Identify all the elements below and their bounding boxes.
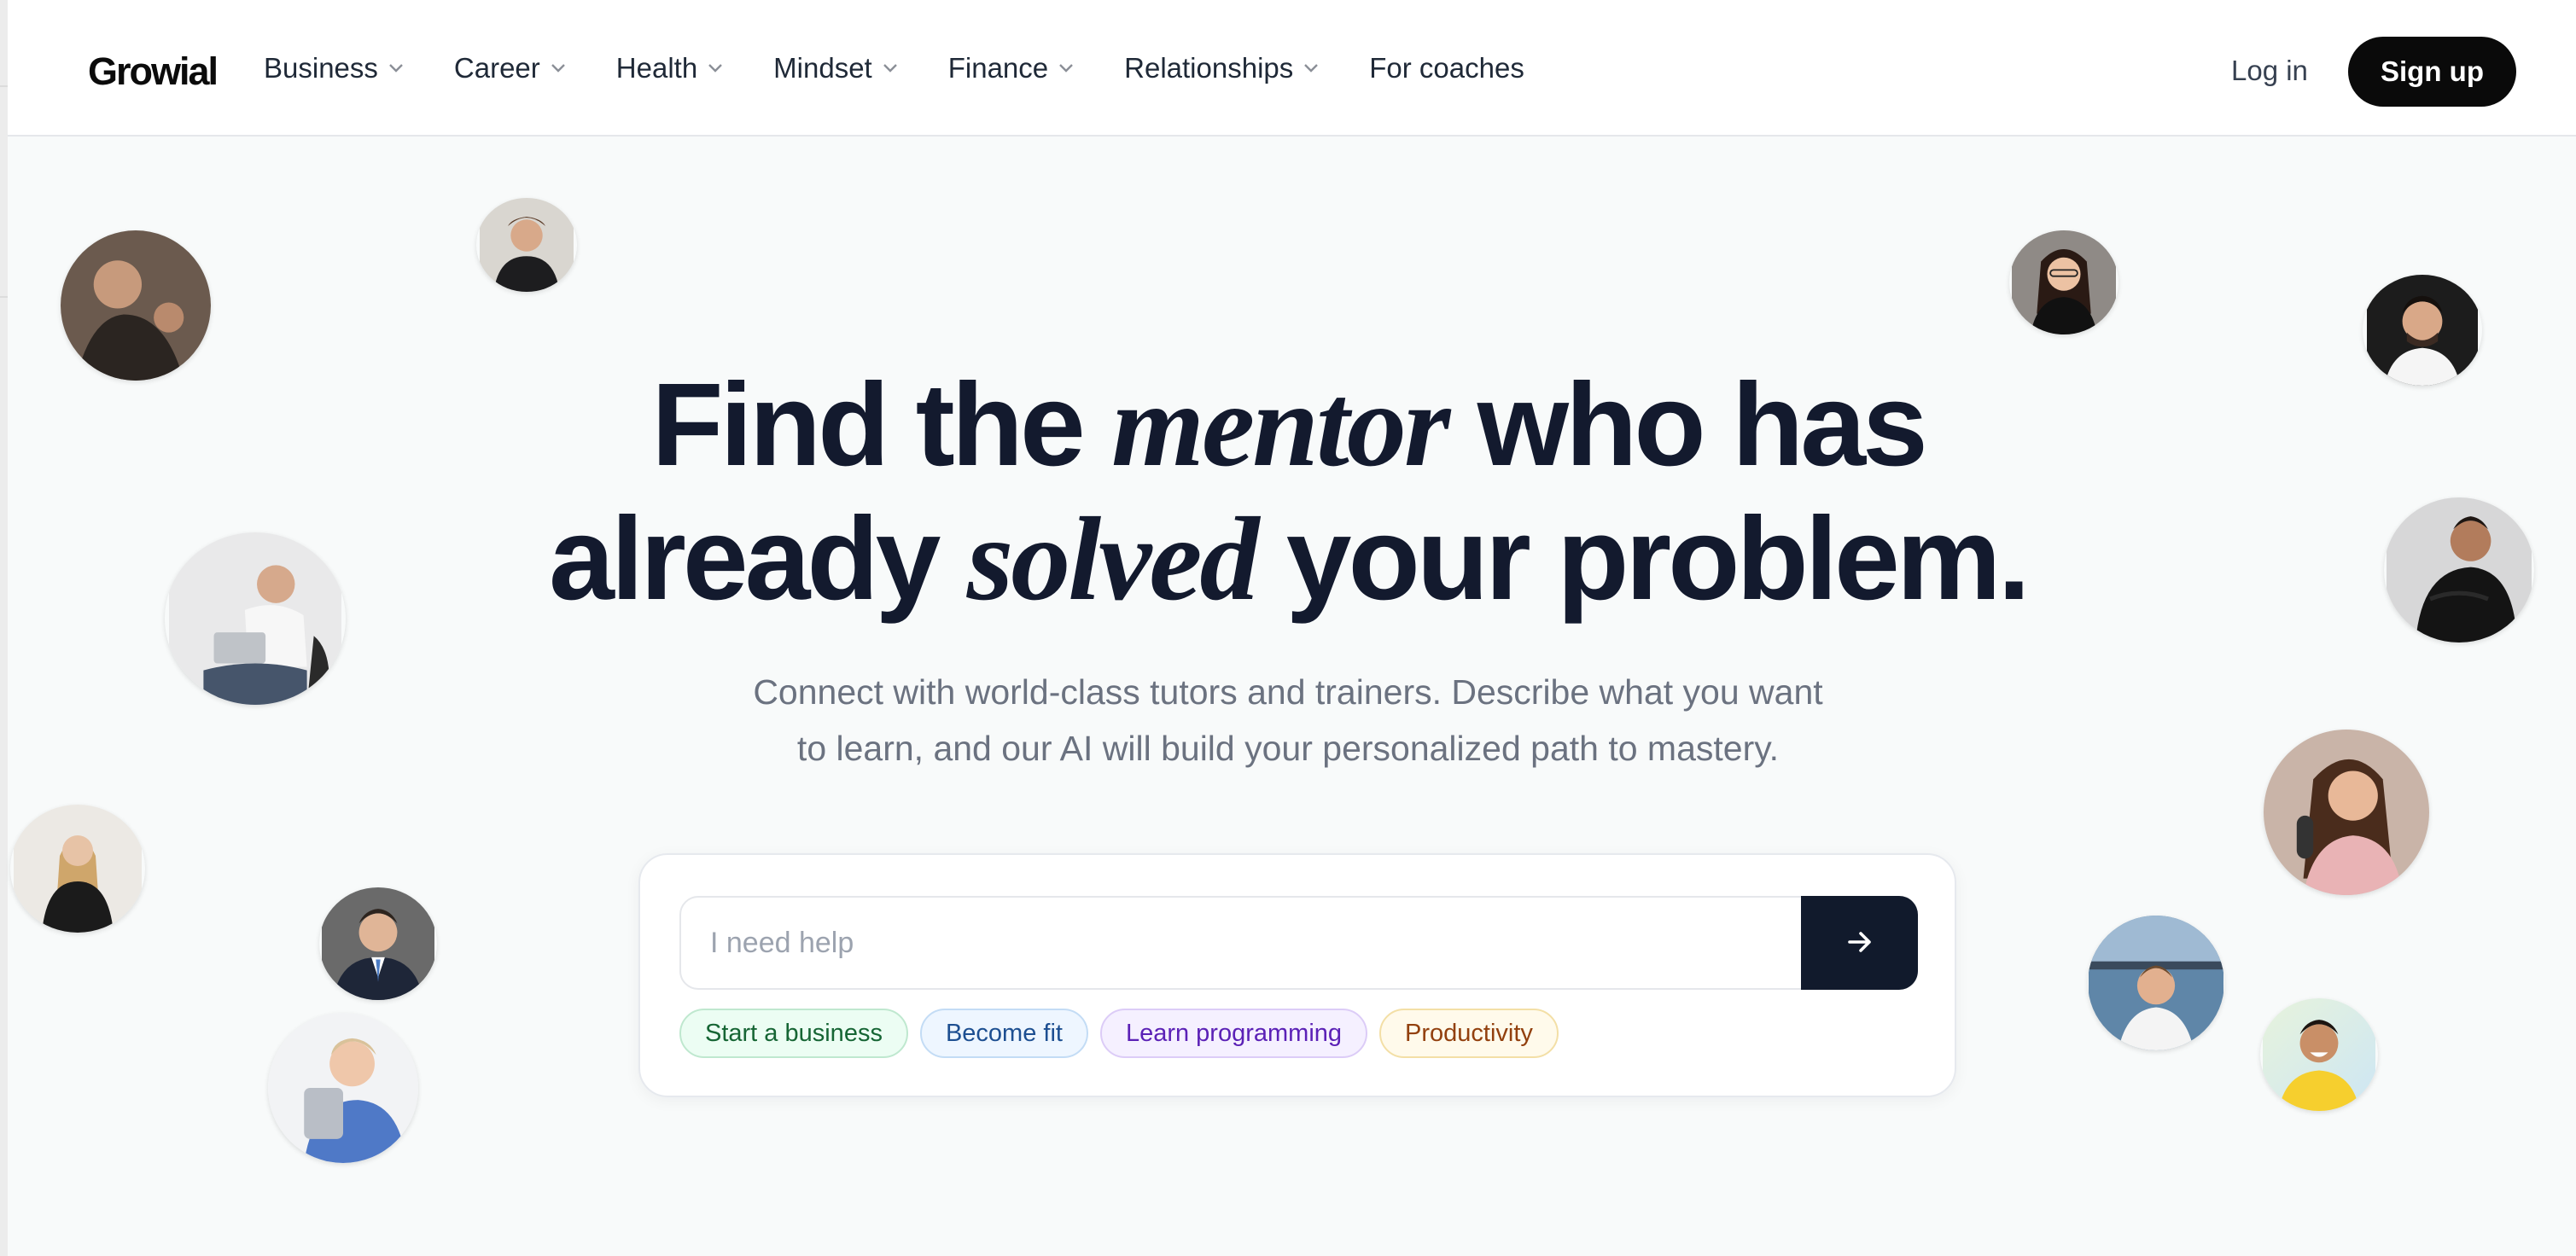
chevron-down-icon <box>549 59 568 78</box>
suggestion-chip-productivity[interactable]: Productivity <box>1379 1009 1559 1058</box>
headline-line-2: already solved your problem. <box>0 492 2576 626</box>
hero-headline: Find the mentor who has already solved y… <box>0 358 2576 626</box>
hero-subtitle: Connect with world-class tutors and trai… <box>0 664 2576 776</box>
nav-item-label: Relationships <box>1124 52 1294 84</box>
headline-emphasis: mentor <box>1111 359 1450 491</box>
subtitle-line: Connect with world-class tutors and trai… <box>753 672 1823 712</box>
nav-item-label: For coaches <box>1369 52 1524 84</box>
chevron-down-icon <box>1302 59 1320 78</box>
headline-text: who has <box>1448 359 1928 491</box>
nav-item-label: Business <box>264 52 378 84</box>
brand-logo[interactable]: Growial <box>88 49 219 94</box>
nav-item-for-coaches[interactable]: For coaches <box>1369 52 1524 84</box>
mentor-avatar <box>10 805 145 933</box>
headline-text: already <box>549 493 967 625</box>
nav-item-career[interactable]: Career <box>454 52 568 84</box>
chevron-down-icon <box>881 59 900 78</box>
search-card: Start a business Become fit Learn progra… <box>638 853 1956 1097</box>
mentor-avatar <box>2260 998 2378 1111</box>
headline-text: Find the <box>651 359 1112 491</box>
chevron-down-icon <box>387 59 405 78</box>
left-edge <box>0 0 8 1256</box>
mentor-avatar <box>268 1013 418 1163</box>
mentor-avatar <box>476 198 577 292</box>
suggestion-chip-start-a-business[interactable]: Start a business <box>679 1009 908 1058</box>
nav-item-label: Finance <box>947 52 1049 84</box>
suggestion-chips: Start a business Become fit Learn progra… <box>679 1009 1559 1058</box>
chevron-down-icon <box>706 59 725 78</box>
headline-emphasis: solved <box>966 493 1260 625</box>
nav-item-label: Health <box>615 52 698 84</box>
headline-line-1: Find the mentor who has <box>0 358 2576 492</box>
site-header: Growial Business Career Health Mindset F… <box>8 0 2576 137</box>
search-input[interactable] <box>679 896 1815 990</box>
nav-item-label: Career <box>453 52 540 84</box>
headline-text: your problem. <box>1256 493 2031 625</box>
mentor-avatar <box>319 887 437 1000</box>
suggestion-chip-learn-programming[interactable]: Learn programming <box>1099 1009 1368 1058</box>
nav-item-health[interactable]: Health <box>616 52 725 84</box>
nav-item-mindset[interactable]: Mindset <box>773 52 900 84</box>
subtitle-line: to learn, and our AI will build your per… <box>796 729 1780 768</box>
nav-item-relationships[interactable]: Relationships <box>1124 52 1320 84</box>
chevron-down-icon <box>1057 59 1075 78</box>
arrow-right-icon <box>1843 925 1877 962</box>
nav-item-business[interactable]: Business <box>264 52 405 84</box>
search-submit-button[interactable] <box>1801 896 1918 990</box>
mentor-avatar <box>2088 916 2224 1050</box>
login-link[interactable]: Log in <box>2231 55 2308 87</box>
nav-item-finance[interactable]: Finance <box>948 52 1075 84</box>
signup-button[interactable]: Sign up <box>2348 37 2516 107</box>
suggestion-chip-become-fit[interactable]: Become fit <box>919 1009 1088 1058</box>
main-nav: Business Career Health Mindset Finance R… <box>264 0 1573 137</box>
nav-item-label: Mindset <box>773 52 872 84</box>
mentor-avatar <box>2009 230 2118 334</box>
